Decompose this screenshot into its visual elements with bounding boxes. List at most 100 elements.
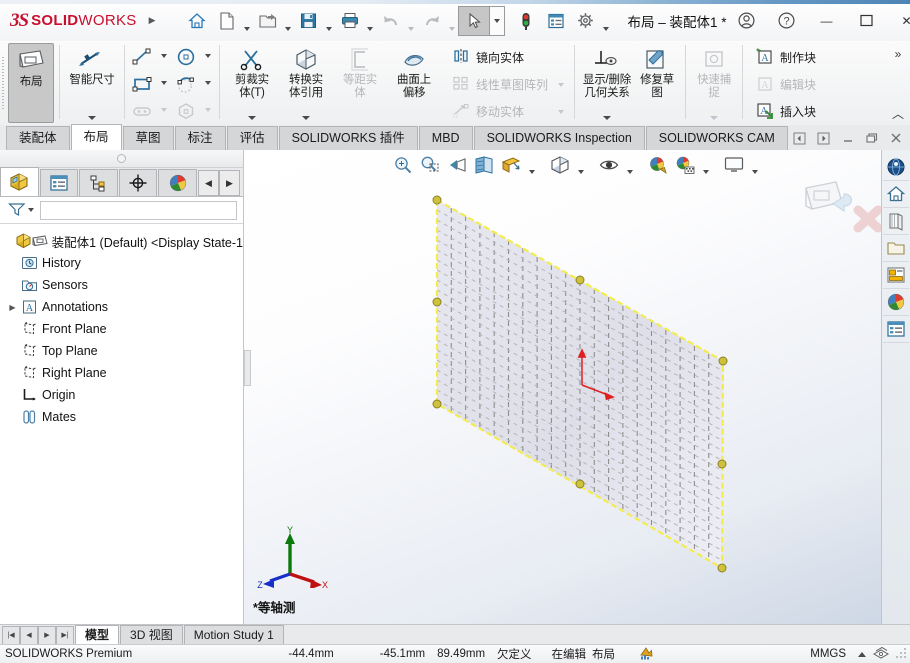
linear-sketch-pattern-button[interactable]: 线性草图阵列 — [447, 72, 569, 97]
redo-icon[interactable] — [417, 6, 447, 36]
units-label[interactable]: MMGS — [804, 648, 852, 660]
hide-show-items-icon[interactable] — [596, 152, 622, 178]
smart-dimension-button[interactable]: 智能尺寸 — [65, 43, 119, 123]
first-tab-button[interactable]: |◀ — [2, 626, 20, 645]
tree-item-annotations[interactable]: ▶ A Annotations — [0, 296, 243, 318]
panel-splitter[interactable] — [0, 150, 243, 168]
menu-expand-caret-icon[interactable]: ▶ — [149, 15, 156, 26]
tab-motion-study[interactable]: Motion Study 1 — [184, 625, 284, 645]
tab-solidworks-inspection[interactable]: SOLIDWORKS Inspection — [474, 126, 645, 150]
print-dropdown-icon[interactable] — [365, 3, 376, 39]
display-style-dropdown-icon[interactable] — [574, 150, 587, 181]
graphics-area[interactable]: Y X Z *等轴测 — [244, 150, 910, 624]
line-dropdown-icon[interactable] — [156, 44, 172, 68]
minimize-button[interactable]: — — [807, 6, 847, 36]
pane-close-button[interactable] — [885, 128, 907, 148]
mirror-entities-button[interactable]: 镜向实体 — [447, 45, 569, 70]
zoom-to-fit-icon[interactable] — [390, 152, 416, 178]
design-library-icon[interactable] — [883, 181, 909, 208]
view-settings-dropdown-icon[interactable] — [748, 150, 761, 181]
repair-sketch-button[interactable]: 修复草 图 — [634, 43, 680, 123]
tab-evaluate[interactable]: 评估 — [227, 126, 278, 150]
help-icon[interactable]: ? — [767, 6, 807, 36]
display-delete-relations-button[interactable]: 显示/删除 几何关系 — [580, 43, 634, 123]
edit-appearance-icon[interactable] — [645, 152, 671, 178]
slot-icon[interactable] — [128, 98, 156, 124]
tree-item-origin[interactable]: Origin — [0, 384, 243, 406]
previous-view-icon[interactable] — [444, 152, 470, 178]
pane-next-button[interactable] — [813, 128, 835, 148]
trim-entities-button[interactable]: 剪裁实 体(T) — [225, 43, 279, 123]
display-delete-relations-dropdown-icon[interactable] — [603, 116, 611, 122]
graphics-left-grip[interactable] — [244, 350, 251, 386]
panel-nav-next[interactable]: ▶ — [219, 170, 240, 196]
layout-button[interactable]: 布局 — [8, 43, 54, 123]
filter-icon[interactable] — [8, 201, 26, 220]
trim-entities-dropdown-icon[interactable] — [248, 116, 256, 122]
last-tab-button[interactable]: ▶| — [56, 626, 74, 645]
resize-grip[interactable] — [894, 647, 908, 661]
ribbon-collapse-icon[interactable]: ︿ — [892, 107, 904, 121]
file-explorer-icon[interactable] — [883, 208, 909, 235]
tree-item-sensors[interactable]: Sensors — [0, 274, 243, 296]
move-entities-dropdown-icon[interactable] — [548, 110, 564, 114]
tree-item-history[interactable]: History — [0, 252, 243, 274]
tab-model[interactable]: 模型 — [75, 625, 119, 645]
linear-sketch-pattern-dropdown-icon[interactable] — [548, 83, 564, 87]
apply-scene-dropdown-icon[interactable] — [699, 150, 712, 181]
section-view-icon[interactable] — [471, 152, 497, 178]
arc-icon[interactable] — [172, 71, 200, 97]
options-dropdown-icon[interactable] — [601, 3, 612, 39]
select-arrow-icon[interactable] — [458, 6, 490, 36]
convert-entities-button[interactable]: 转换实 体引用 — [279, 43, 333, 123]
tree-twist-icon[interactable]: ▶ — [6, 303, 19, 312]
move-entities-button[interactable]: 移动实体 — [447, 99, 569, 124]
zoom-to-area-icon[interactable] — [417, 152, 443, 178]
pane-restore-button[interactable] — [861, 128, 883, 148]
pane-minimize-button[interactable] — [837, 128, 859, 148]
tab-mbd[interactable]: MBD — [419, 126, 473, 150]
convert-entities-dropdown-icon[interactable] — [302, 116, 310, 122]
tab-3d-views[interactable]: 3D 视图 — [120, 625, 183, 645]
close-button[interactable]: ✕ — [887, 6, 910, 36]
polygon-dropdown-icon[interactable] — [200, 98, 216, 122]
tab-markup[interactable]: 标注 — [175, 126, 226, 150]
view-palette-icon[interactable] — [883, 235, 909, 262]
tab-layout[interactable]: 布局 — [71, 124, 122, 150]
offset-entities-button[interactable]: 等距实 体 — [333, 43, 387, 123]
home-icon[interactable] — [182, 6, 212, 36]
solidworks-resources-icon[interactable] — [883, 154, 909, 181]
circle-dropdown-icon[interactable] — [200, 44, 216, 68]
tree-filter-input[interactable] — [40, 201, 237, 220]
appearances-scenes-icon[interactable] — [883, 262, 909, 289]
tab-assembly[interactable]: 装配体 — [6, 126, 70, 150]
open-document-dropdown-icon[interactable] — [283, 3, 294, 39]
undo-dropdown-icon[interactable] — [406, 3, 417, 39]
rectangle-dropdown-icon[interactable] — [156, 71, 172, 95]
pane-prev-button[interactable] — [789, 128, 811, 148]
next-tab-button[interactable]: ▶ — [38, 626, 56, 645]
redo-dropdown-icon[interactable] — [447, 3, 458, 39]
prev-tab-button[interactable]: ◀ — [20, 626, 38, 645]
quick-snaps-button[interactable]: 快速捕 捉 — [691, 43, 737, 123]
tree-item-front-plane[interactable]: Front Plane — [0, 318, 243, 340]
slot-dropdown-icon[interactable] — [156, 98, 172, 122]
display-style-icon[interactable] — [547, 152, 573, 178]
tab-solidworks-addins[interactable]: SOLIDWORKS 插件 — [279, 126, 418, 150]
options-list-icon[interactable] — [541, 6, 571, 36]
ribbon-overflow-icon[interactable]: » — [895, 47, 902, 61]
edit-block-button[interactable]: A 编辑块 — [750, 72, 821, 97]
smart-dimension-dropdown-icon[interactable] — [88, 116, 96, 122]
apply-scene-icon[interactable] — [672, 152, 698, 178]
maximize-button[interactable] — [847, 6, 887, 36]
configuration-manager-tab[interactable] — [79, 169, 118, 196]
layer-icon[interactable] — [872, 646, 890, 663]
new-document-icon[interactable] — [212, 6, 242, 36]
insert-block-button[interactable]: A 插入块 — [750, 99, 821, 124]
tree-item-mates[interactable]: Mates — [0, 406, 243, 428]
offset-on-surface-button[interactable]: 曲面上 偏移 — [387, 43, 441, 123]
circle-icon[interactable] — [172, 44, 200, 70]
tab-sketch[interactable]: 草图 — [123, 126, 174, 150]
units-dropdown-icon[interactable] — [858, 652, 866, 657]
panel-nav-prev[interactable]: ◀ — [198, 170, 219, 196]
